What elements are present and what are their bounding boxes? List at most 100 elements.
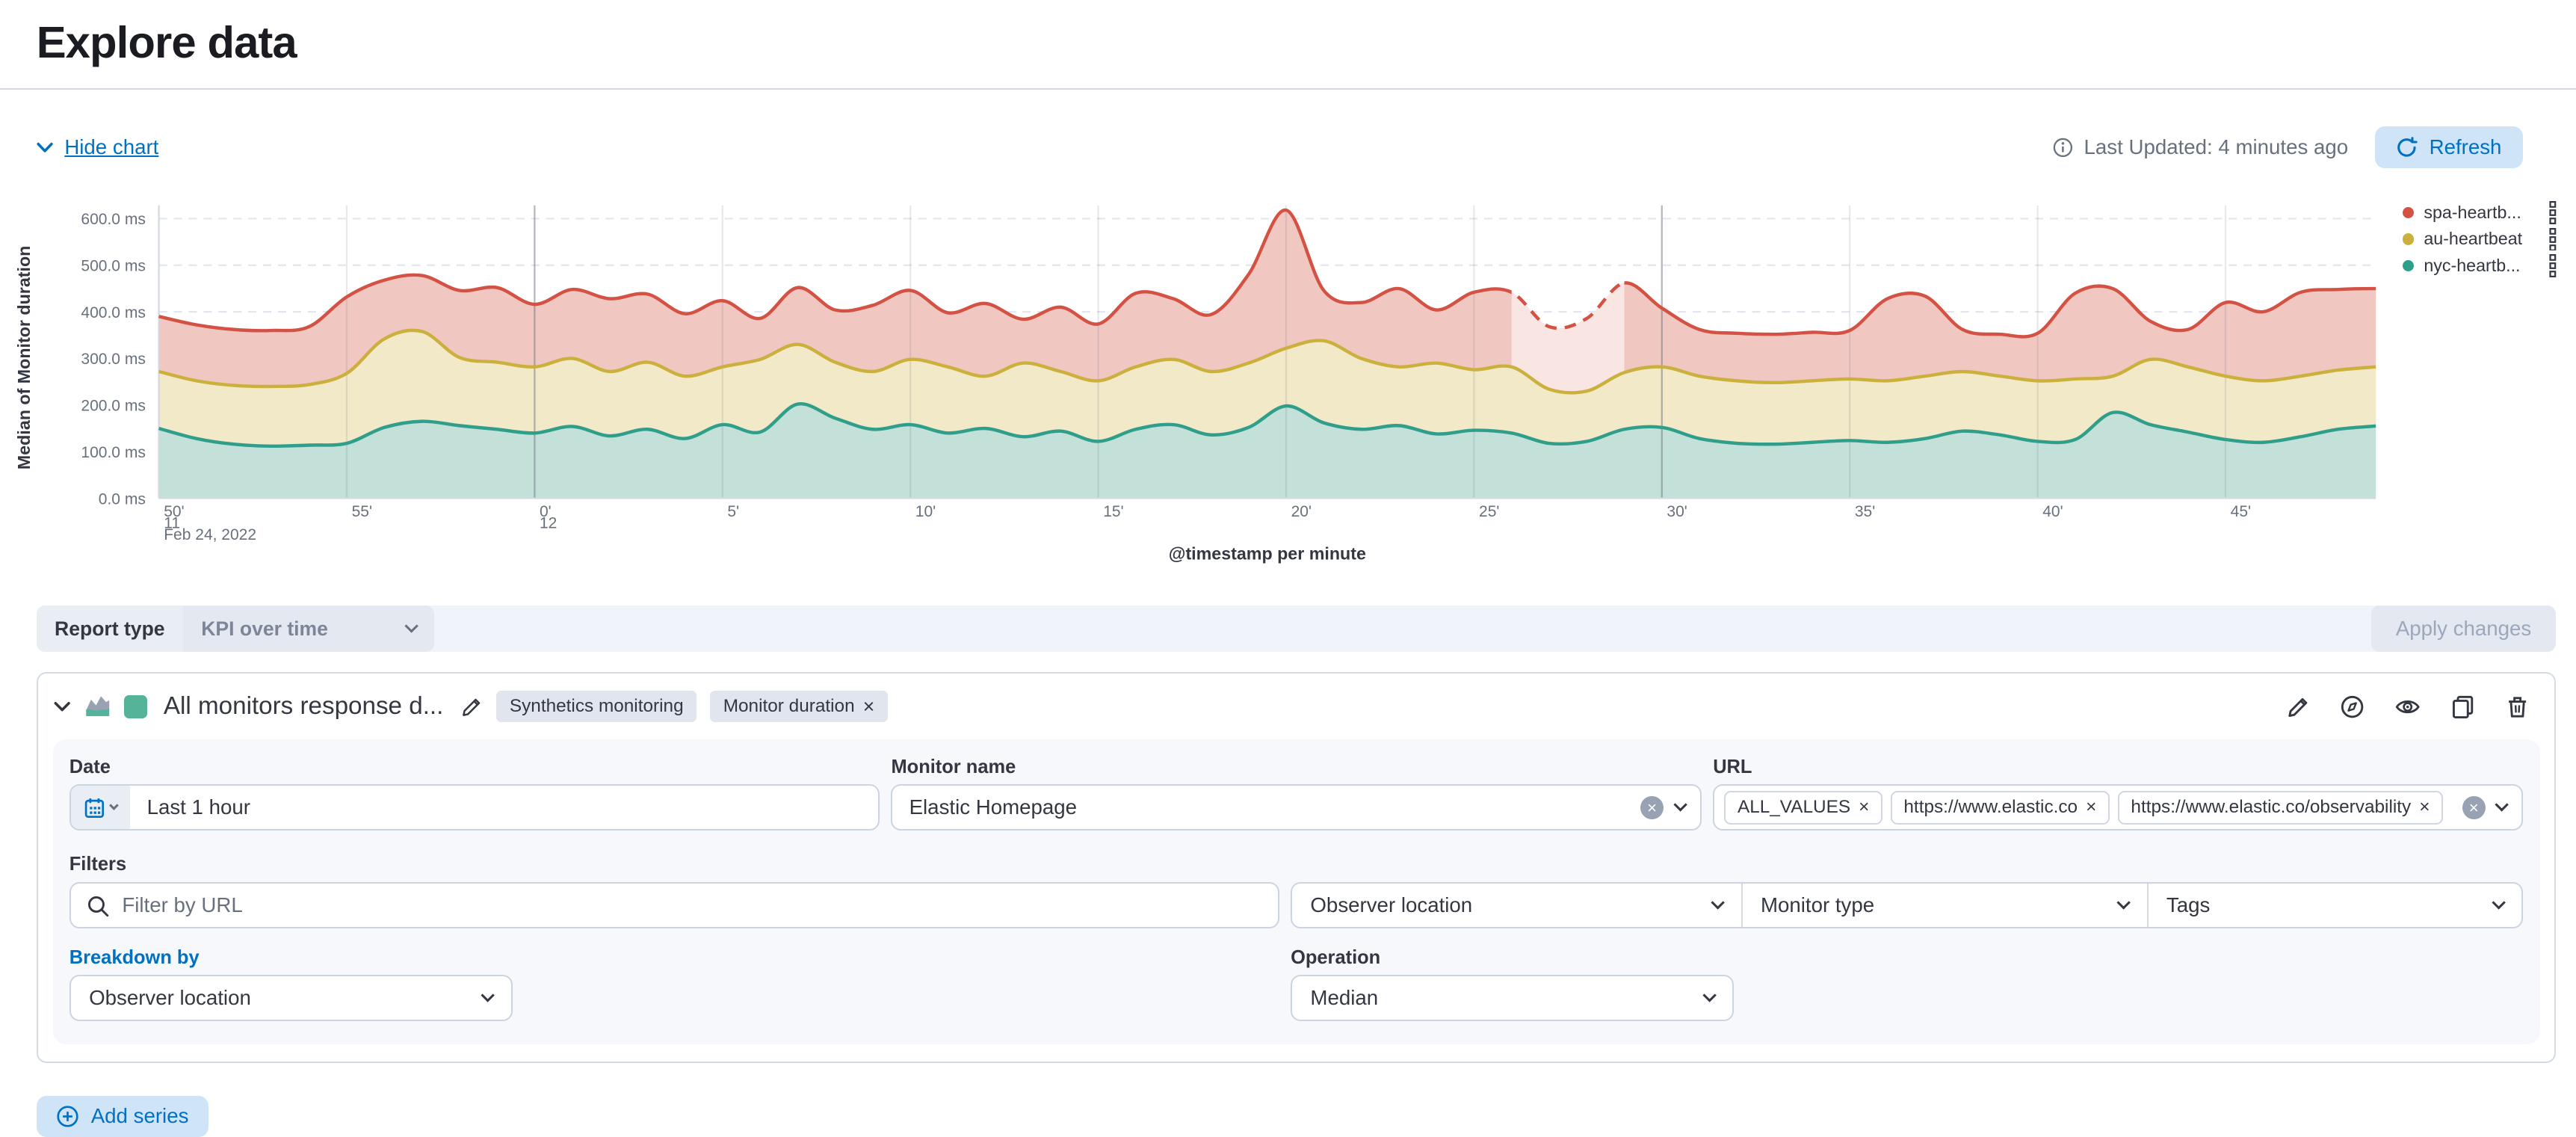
svg-text:10': 10' (915, 503, 936, 520)
chevron-down-icon (1711, 896, 1725, 910)
svg-text:200.0 ms: 200.0 ms (81, 398, 145, 415)
edit-pencil-icon[interactable] (2285, 694, 2310, 719)
operation-value: Median (1310, 986, 1378, 1010)
url-pill[interactable]: https://www.elastic.co/observability × (2118, 791, 2443, 824)
tags-filter[interactable]: Tags (2147, 884, 2522, 927)
hide-chart-link[interactable]: Hide chart (37, 135, 159, 159)
operation-field: Operation Median (1291, 947, 2523, 1022)
url-label: URL (1713, 757, 2523, 778)
chevron-down-icon (404, 620, 418, 634)
svg-text:55': 55' (352, 503, 372, 520)
delete-trash-icon[interactable] (2505, 694, 2530, 719)
report-type-select[interactable]: KPI over time (183, 606, 435, 652)
svg-text:40': 40' (2042, 503, 2063, 520)
legend-label: spa-heartb... (2424, 203, 2546, 223)
filter-dropdown-group: Observer location Monitor type Tags (1291, 882, 2523, 928)
url-pills: ALL_VALUES × https://www.elastic.co× http… (1714, 791, 2443, 824)
date-field: Date Last 1 hour (70, 757, 880, 831)
add-series-button[interactable]: Add series (37, 1096, 209, 1137)
legend-options-icon[interactable] (2546, 228, 2560, 251)
last-updated: Last Updated: 4 minutes ago (2052, 135, 2348, 159)
url-combobox[interactable]: ALL_VALUES × https://www.elastic.co× http… (1713, 784, 2523, 831)
svg-text:600.0 ms: 600.0 ms (81, 211, 145, 228)
url-field: URL ALL_VALUES × https://www.elastic.co× … (1713, 757, 2523, 831)
filter-label: Observer location (1310, 893, 1472, 917)
pill-close-icon[interactable]: × (2086, 797, 2096, 818)
legend-item[interactable]: spa-heartb... (2403, 202, 2560, 224)
series-color-dot (2403, 260, 2414, 271)
svg-text:100.0 ms: 100.0 ms (81, 444, 145, 461)
report-type-bar: Report type KPI over time Apply changes (37, 606, 2557, 652)
monitor-name-combobox[interactable]: Elastic Homepage × (891, 784, 1701, 831)
report-type-control: Report type KPI over time (37, 606, 435, 652)
chart-legend: spa-heartb... au-heartbeat nyc-heartb... (2403, 202, 2560, 277)
series-color-dot (2403, 207, 2414, 218)
chevron-down-icon (109, 801, 119, 810)
report-type-value: KPI over time (201, 617, 328, 641)
chart: 0.0 ms100.0 ms200.0 ms300.0 ms400.0 ms50… (0, 192, 2576, 582)
hide-chart-label: Hide chart (64, 135, 158, 159)
info-icon (2052, 137, 2074, 158)
series-color-swatch[interactable] (124, 695, 147, 718)
chevron-down-icon (2495, 798, 2509, 813)
url-pill[interactable]: https://www.elastic.co× (1891, 791, 2110, 824)
chevron-down-icon (2492, 896, 2506, 910)
badge-monitor-duration[interactable]: Monitor duration × (710, 691, 888, 722)
apply-changes-button[interactable]: Apply changes (2371, 606, 2557, 652)
legend-label: nyc-heartb... (2424, 256, 2546, 276)
date-picker-toggle[interactable] (71, 786, 131, 829)
toolbar-right: Last Updated: 4 minutes ago Refresh (2052, 126, 2523, 167)
area-chart[interactable]: 0.0 ms100.0 ms200.0 ms300.0 ms400.0 ms50… (0, 192, 2576, 573)
calendar-icon (84, 797, 105, 819)
badge-label: Synthetics monitoring (510, 696, 684, 717)
explore-compass-icon[interactable] (2340, 694, 2365, 719)
breakdown-by-label: Breakdown by (70, 947, 1279, 969)
svg-text:Feb 24, 2022: Feb 24, 2022 (164, 526, 256, 543)
operation-select[interactable]: Median (1291, 975, 1734, 1021)
url-pill[interactable]: ALL_VALUES × (1724, 791, 1882, 824)
pill-close-icon[interactable]: × (1859, 797, 1869, 818)
legend-options-icon[interactable] (2546, 201, 2560, 224)
svg-text:20': 20' (1291, 503, 1312, 520)
svg-text:12: 12 (540, 514, 557, 531)
breakdown-by-select[interactable]: Observer location (70, 975, 513, 1021)
monitor-name-field: Monitor name Elastic Homepage × (891, 757, 1701, 831)
search-input[interactable] (71, 884, 1278, 927)
legend-item[interactable]: nyc-heartb... (2403, 255, 2560, 277)
observer-location-filter[interactable]: Observer location (1292, 884, 1741, 927)
chevron-down-icon (2116, 896, 2131, 910)
refresh-label: Refresh (2430, 135, 2502, 159)
chevron-down-icon (481, 989, 495, 1003)
series-actions (2285, 694, 2530, 719)
pill-close-icon[interactable]: × (2419, 797, 2430, 818)
legend-options-icon[interactable] (2546, 254, 2560, 277)
collapse-chevron-icon[interactable] (53, 697, 71, 715)
area-chart-type-icon (84, 693, 111, 719)
series-header: All monitors response d... Synthetics mo… (53, 687, 2540, 727)
refresh-button[interactable]: Refresh (2375, 126, 2524, 167)
report-type-label: Report type (37, 606, 183, 652)
view-eye-icon[interactable] (2394, 694, 2421, 719)
plus-circle-icon (56, 1105, 79, 1128)
svg-text:0.0 ms: 0.0 ms (99, 490, 146, 508)
filter-by-url-search[interactable] (70, 882, 1279, 928)
clear-selection-icon[interactable]: × (1640, 796, 1664, 819)
badge-close-icon[interactable]: × (863, 695, 875, 718)
url-pill-label: https://www.elastic.co/observability (2131, 797, 2411, 818)
operation-label: Operation (1291, 947, 2523, 969)
date-picker[interactable]: Last 1 hour (70, 784, 880, 831)
series-title: All monitors response d... (164, 692, 443, 721)
duplicate-copy-icon[interactable] (2450, 694, 2475, 719)
monitor-type-filter[interactable]: Monitor type (1741, 884, 2147, 927)
badge-synthetics-monitoring[interactable]: Synthetics monitoring (496, 691, 696, 722)
svg-text:35': 35' (1855, 503, 1875, 520)
svg-text:400.0 ms: 400.0 ms (81, 304, 145, 321)
clear-selection-icon[interactable]: × (2462, 796, 2486, 819)
legend-item[interactable]: au-heartbeat (2403, 229, 2560, 250)
url-pill-label: ALL_VALUES (1738, 797, 1850, 818)
legend-label: au-heartbeat (2424, 229, 2546, 249)
edit-title-pencil-icon[interactable] (460, 695, 483, 718)
chevron-down-icon (1702, 989, 1717, 1003)
monitor-name-label: Monitor name (891, 757, 1701, 778)
svg-text:300.0 ms: 300.0 ms (81, 351, 145, 368)
